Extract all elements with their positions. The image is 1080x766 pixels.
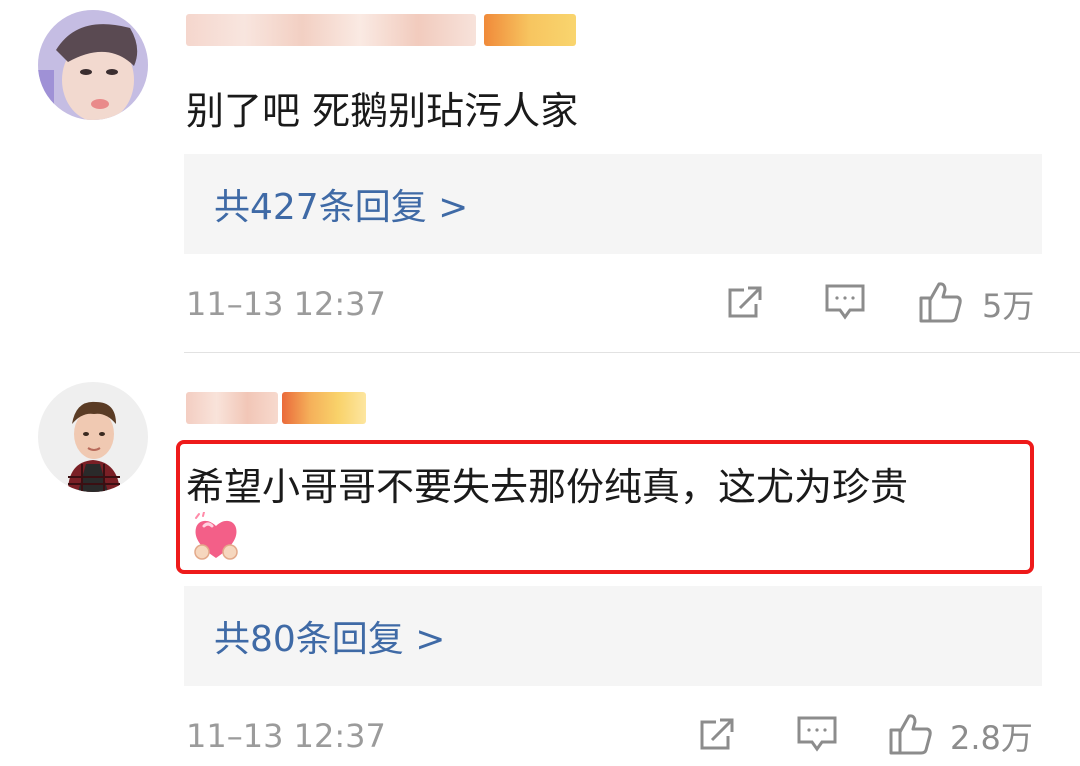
replies-link[interactable]: 共427条回复 >	[184, 154, 1042, 254]
replies-link[interactable]: 共80条回复 >	[184, 586, 1042, 686]
timestamp: 11–13 12:37	[186, 717, 386, 755]
like-icon[interactable]	[918, 280, 964, 328]
username-redacted[interactable]	[186, 384, 576, 428]
comment-icon[interactable]	[824, 282, 866, 326]
highlight-box	[176, 440, 1034, 574]
divider	[184, 352, 1080, 353]
username-redacted[interactable]	[186, 6, 576, 50]
like-count: 5万	[982, 287, 1035, 325]
avatar[interactable]	[38, 382, 148, 492]
comment-text: 别了吧 死鹅别玷污人家	[186, 89, 579, 133]
comment-item: 别了吧 死鹅别玷污人家 共427条回复 > 11–13 12:37 5万	[0, 0, 1080, 340]
avatar[interactable]	[38, 10, 148, 120]
like-icon[interactable]	[888, 712, 934, 760]
share-icon[interactable]	[698, 714, 738, 758]
comment-icon[interactable]	[796, 714, 838, 758]
timestamp: 11–13 12:37	[186, 285, 386, 323]
like-count: 2.8万	[950, 719, 1033, 757]
replies-label: 共80条回复 >	[214, 619, 446, 660]
comment-meta: 11–13 12:37 5万	[0, 274, 1080, 334]
comment-meta: 11–13 12:37 2.8万	[0, 706, 1080, 766]
share-icon[interactable]	[726, 282, 766, 326]
replies-label: 共427条回复 >	[214, 187, 469, 228]
